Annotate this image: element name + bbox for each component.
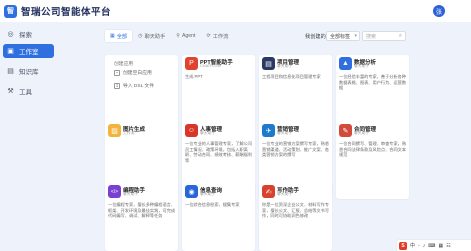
user-avatar[interactable]: 张 bbox=[433, 5, 445, 17]
app-card-description: 一位经验丰富的专家，善于分析各种数据表格、图表、用户行为、运营数据 bbox=[339, 74, 407, 91]
ime-logo: S bbox=[399, 241, 407, 250]
app-card[interactable]: </> 编程助手 聊天助手 一位编程专家，擅长多种编程语言、框架、开发环境及最佳… bbox=[105, 183, 178, 251]
main-content: ▦ 全部 ◷ 聊天助手 ⚲ Agent ⟳ 工作流 我创建的 全部标签 ▾ 搜索… bbox=[99, 29, 409, 251]
created-by-me-filter[interactable]: 我创建的 bbox=[305, 33, 326, 40]
chat-icon: ◷ bbox=[138, 33, 143, 39]
create-blank-label: 创建空白应用 bbox=[123, 71, 152, 76]
tag-filter-select[interactable]: 全部标签 ▾ bbox=[326, 31, 360, 41]
app-card-type: CHATFLOW bbox=[200, 64, 222, 68]
app-type-tabs: ▦ 全部 ◷ 聊天助手 ⚲ Agent ⟳ 工作流 bbox=[105, 30, 234, 42]
sidebar-item-label: 工作室 bbox=[19, 49, 39, 56]
sidebar: ◎ 探索 ▣ 工作室 ▤ 知识库 ⚒ 工具 bbox=[0, 22, 57, 251]
person-icon: ☺ bbox=[185, 124, 198, 137]
tab-agent[interactable]: ⚲ Agent bbox=[171, 30, 200, 42]
sidebar-item-knowledge[interactable]: ▤ 知识库 bbox=[3, 64, 54, 78]
app-title: 智瑞公司智能体平台 bbox=[21, 7, 112, 18]
app-card-description: 一位综合信息检索，搜集专家 bbox=[185, 202, 240, 207]
company-logo: 智 bbox=[4, 4, 17, 18]
ime-menu-icon[interactable]: ☷ bbox=[446, 243, 450, 249]
tab-workflow[interactable]: ⟳ 工作流 bbox=[202, 30, 234, 42]
app-card[interactable]: P PPT智能助手 CHATFLOW 生成 PPT bbox=[182, 55, 255, 126]
app-card-type: 聊天助手 bbox=[123, 192, 139, 196]
grid-icon: ▦ bbox=[110, 33, 115, 39]
ime-skin-icon[interactable]: ▦ bbox=[439, 243, 444, 249]
search-input[interactable]: 搜索 ⌕ bbox=[362, 31, 406, 41]
app-card-description: 你是一位资深企业公文、材料写作专家，擅长公文、汇报、总结等文书写作，同时可协助润… bbox=[262, 202, 330, 219]
top-header: 智 智瑞公司智能体平台 张 bbox=[0, 0, 471, 22]
search-icon: ⌕ bbox=[398, 33, 402, 39]
create-app-card: 创建应用 + 创建空白应用 ↧ 导入 DSL 文件 bbox=[105, 55, 178, 126]
image-icon: ▨ bbox=[108, 124, 121, 137]
ime-keyboard-icon[interactable]: ⌨ bbox=[428, 243, 435, 249]
app-card-type: 聊天助手 bbox=[354, 64, 370, 68]
app-card[interactable]: ◉ 信息查询 聊天助手 一位综合信息检索，搜集专家 bbox=[182, 183, 255, 251]
wrench-icon: ⚒ bbox=[7, 88, 14, 95]
app-card-type: 聊天助手 bbox=[200, 131, 216, 135]
tab-label: 聊天助手 bbox=[144, 33, 166, 40]
contract-icon: ✎ bbox=[339, 124, 352, 137]
sidebar-item-explore[interactable]: ◎ 探索 bbox=[3, 27, 54, 41]
chevron-down-icon: ▾ bbox=[354, 33, 357, 39]
tab-label: 全部 bbox=[116, 33, 128, 40]
app-card-description: 生成 PPT bbox=[185, 74, 203, 79]
studio-icon: ▣ bbox=[7, 48, 14, 55]
app-card[interactable]: ✍ 写作助手 聊天助手 你是一位资深企业公文、材料写作专家，擅长公文、汇报、总结… bbox=[259, 183, 332, 251]
presentation-icon: P bbox=[185, 57, 198, 70]
app-card-type: 聊天助手 bbox=[277, 64, 293, 68]
tab-label: 工作流 bbox=[212, 33, 229, 40]
tab-label: Agent bbox=[181, 33, 196, 39]
code-icon: </> bbox=[108, 185, 121, 198]
sidebar-item-label: 工具 bbox=[19, 89, 32, 96]
sidebar-item-label: 探索 bbox=[19, 32, 32, 39]
app-card-type: 聊天助手 bbox=[200, 192, 216, 196]
workflow-icon: ⟳ bbox=[206, 33, 211, 39]
sidebar-item-studio[interactable]: ▣ 工作室 bbox=[3, 44, 54, 58]
app-card-type: 聊天助手 bbox=[277, 131, 293, 135]
create-blank-app-button[interactable]: + 创建空白应用 bbox=[114, 69, 152, 76]
ime-punctuation-icon[interactable]: ◦ bbox=[418, 243, 420, 249]
sidebar-item-tools[interactable]: ⚒ 工具 bbox=[3, 84, 54, 98]
app-card[interactable]: ✎ 合同管理 聊天助手 一位合同撰写、管理、审查专家，熟悉合同法律条款及风险点、… bbox=[336, 122, 409, 199]
pen-icon: ✍ bbox=[262, 185, 275, 198]
ime-voice-icon[interactable]: ♪ bbox=[423, 243, 426, 249]
app-card-description: 工程项目和信息化项目管理专家 bbox=[262, 74, 321, 79]
app-card-type: 工作流 bbox=[123, 131, 135, 135]
tab-all[interactable]: ▦ 全部 bbox=[105, 30, 133, 42]
app-card-description: 一位专业的营销方案撰写专家，熟悉营销渠道、活动策划、推广文案、各类营销方案的撰写 bbox=[262, 141, 330, 158]
app-card-description: 一位合同撰写、管理、审查专家，熟悉合同法律条款及风险点、合同文本规范 bbox=[339, 141, 407, 158]
app-card[interactable]: ▲ 数据分析 聊天助手 一位经验丰富的专家，善于分析各种数据表格、图表、用户行为… bbox=[336, 55, 409, 126]
project-icon: ▤ bbox=[262, 57, 275, 70]
agent-icon: ⚲ bbox=[176, 33, 180, 39]
app-card-description: 一位编程专家，擅长多种编程语言、框架、开发环境及最佳实践，可完成代码编写、调试、… bbox=[108, 202, 176, 219]
ime-language-toggle[interactable]: 中 bbox=[410, 242, 415, 249]
import-dsl-button[interactable]: ↧ 导入 DSL 文件 bbox=[114, 82, 154, 89]
app-card[interactable]: ▤ 项目管理 聊天助手 工程项目和信息化项目管理专家 bbox=[259, 55, 332, 126]
create-app-title: 创建应用 bbox=[114, 62, 134, 67]
import-icon: ↧ bbox=[114, 82, 120, 89]
tag-filter-value: 全部标签 bbox=[330, 33, 351, 40]
book-icon: ▤ bbox=[7, 68, 14, 75]
import-dsl-label: 导入 DSL 文件 bbox=[123, 84, 155, 89]
megaphone-icon: ✈ bbox=[262, 124, 275, 137]
app-card-description: 一位专业的人事管理专家，了解公司员工情况、政策环境，包括入职离职、劳动合同、绩效… bbox=[185, 141, 253, 163]
compass-icon: ◎ bbox=[7, 31, 14, 38]
search-placeholder: 搜索 bbox=[366, 33, 377, 40]
info-search-icon: ◉ bbox=[185, 185, 198, 198]
chart-icon: ▲ bbox=[339, 57, 352, 70]
app-card-type: 聊天助手 bbox=[277, 192, 293, 196]
app-card-type: 聊天助手 bbox=[354, 131, 370, 135]
tab-chat-assistant[interactable]: ◷ 聊天助手 bbox=[133, 30, 170, 42]
input-method-toolbar[interactable]: S 中 ◦ ♪ ⌨ ▦ ☷ bbox=[397, 240, 471, 251]
sidebar-item-label: 知识库 bbox=[19, 69, 39, 76]
file-icon: + bbox=[114, 69, 120, 76]
